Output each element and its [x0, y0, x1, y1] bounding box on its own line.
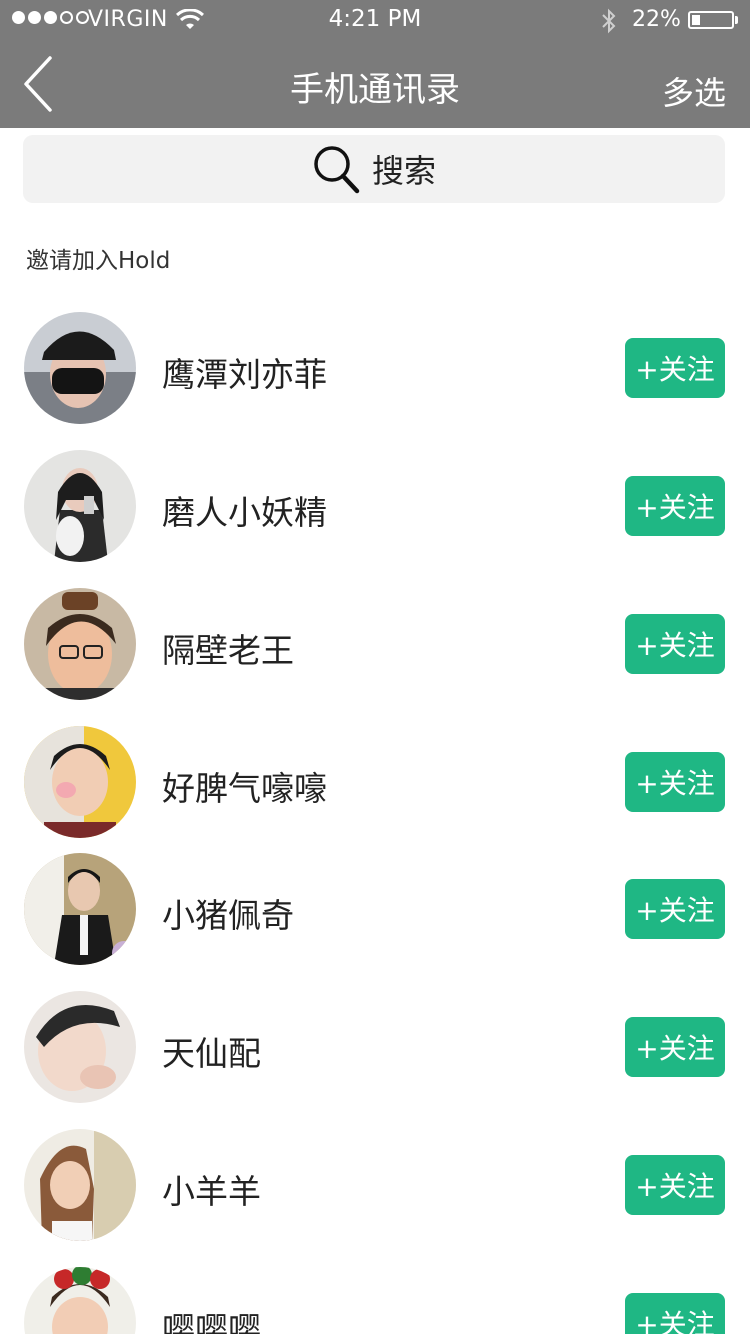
search-bar[interactable]: 搜索 — [23, 135, 725, 203]
search-label: 搜索 — [371, 152, 436, 190]
battery-level — [692, 15, 701, 25]
list-item[interactable]: 好脾气嚎嚎 +关注 — [0, 726, 750, 846]
bluetooth-icon — [602, 8, 616, 34]
avatar — [24, 588, 136, 700]
contact-name: 好脾气嚎嚎 — [162, 769, 327, 808]
follow-button[interactable]: +关注 — [625, 752, 725, 812]
search-icon — [314, 146, 360, 194]
contact-name: 鹰潭刘亦菲 — [162, 355, 327, 394]
contact-name: 磨人小妖精 — [162, 493, 327, 532]
battery-icon — [688, 11, 734, 29]
list-item[interactable]: 嘤嘤嘤 +关注 — [0, 1267, 750, 1334]
status-bar: VIRGIN 4:21 PM 22% — [0, 0, 750, 40]
follow-button[interactable]: +关注 — [625, 476, 725, 536]
battery-tip — [735, 16, 738, 24]
contact-name: 隔壁老王 — [162, 631, 294, 670]
contact-name: 天仙配 — [162, 1034, 261, 1073]
top-bar: VIRGIN 4:21 PM 22% 手机通讯录 多选 — [0, 0, 750, 128]
follow-button[interactable]: +关注 — [625, 338, 725, 398]
list-item[interactable]: 小猪佩奇 +关注 — [0, 853, 750, 973]
follow-button[interactable]: +关注 — [625, 879, 725, 939]
screen: VIRGIN 4:21 PM 22% 手机通讯录 多选 搜索 邀请加入Hold … — [0, 0, 750, 1334]
list-item[interactable]: 磨人小妖精 +关注 — [0, 450, 750, 570]
contact-name: 小羊羊 — [162, 1172, 261, 1211]
follow-button[interactable]: +关注 — [625, 614, 725, 674]
avatar — [24, 1267, 136, 1334]
avatar — [24, 991, 136, 1103]
avatar — [24, 1129, 136, 1241]
nav-bar: 手机通讯录 多选 — [0, 40, 750, 128]
follow-button[interactable]: +关注 — [625, 1155, 725, 1215]
follow-button[interactable]: +关注 — [625, 1293, 725, 1334]
contact-name: 嘤嘤嘤 — [162, 1310, 261, 1334]
avatar — [24, 312, 136, 424]
list-item[interactable]: 隔壁老王 +关注 — [0, 588, 750, 708]
section-title: 邀请加入Hold — [26, 248, 171, 274]
page-title: 手机通讯录 — [290, 70, 460, 110]
follow-button[interactable]: +关注 — [625, 1017, 725, 1077]
contact-name: 小猪佩奇 — [162, 896, 294, 935]
list-item[interactable]: 天仙配 +关注 — [0, 991, 750, 1111]
avatar — [24, 853, 136, 965]
list-item[interactable]: 鹰潭刘亦菲 +关注 — [0, 312, 750, 432]
multi-select-button[interactable]: 多选 — [662, 68, 726, 114]
battery-percent: 22% — [632, 7, 681, 32]
avatar — [24, 726, 136, 838]
avatar — [24, 450, 136, 562]
list-item[interactable]: 小羊羊 +关注 — [0, 1129, 750, 1249]
